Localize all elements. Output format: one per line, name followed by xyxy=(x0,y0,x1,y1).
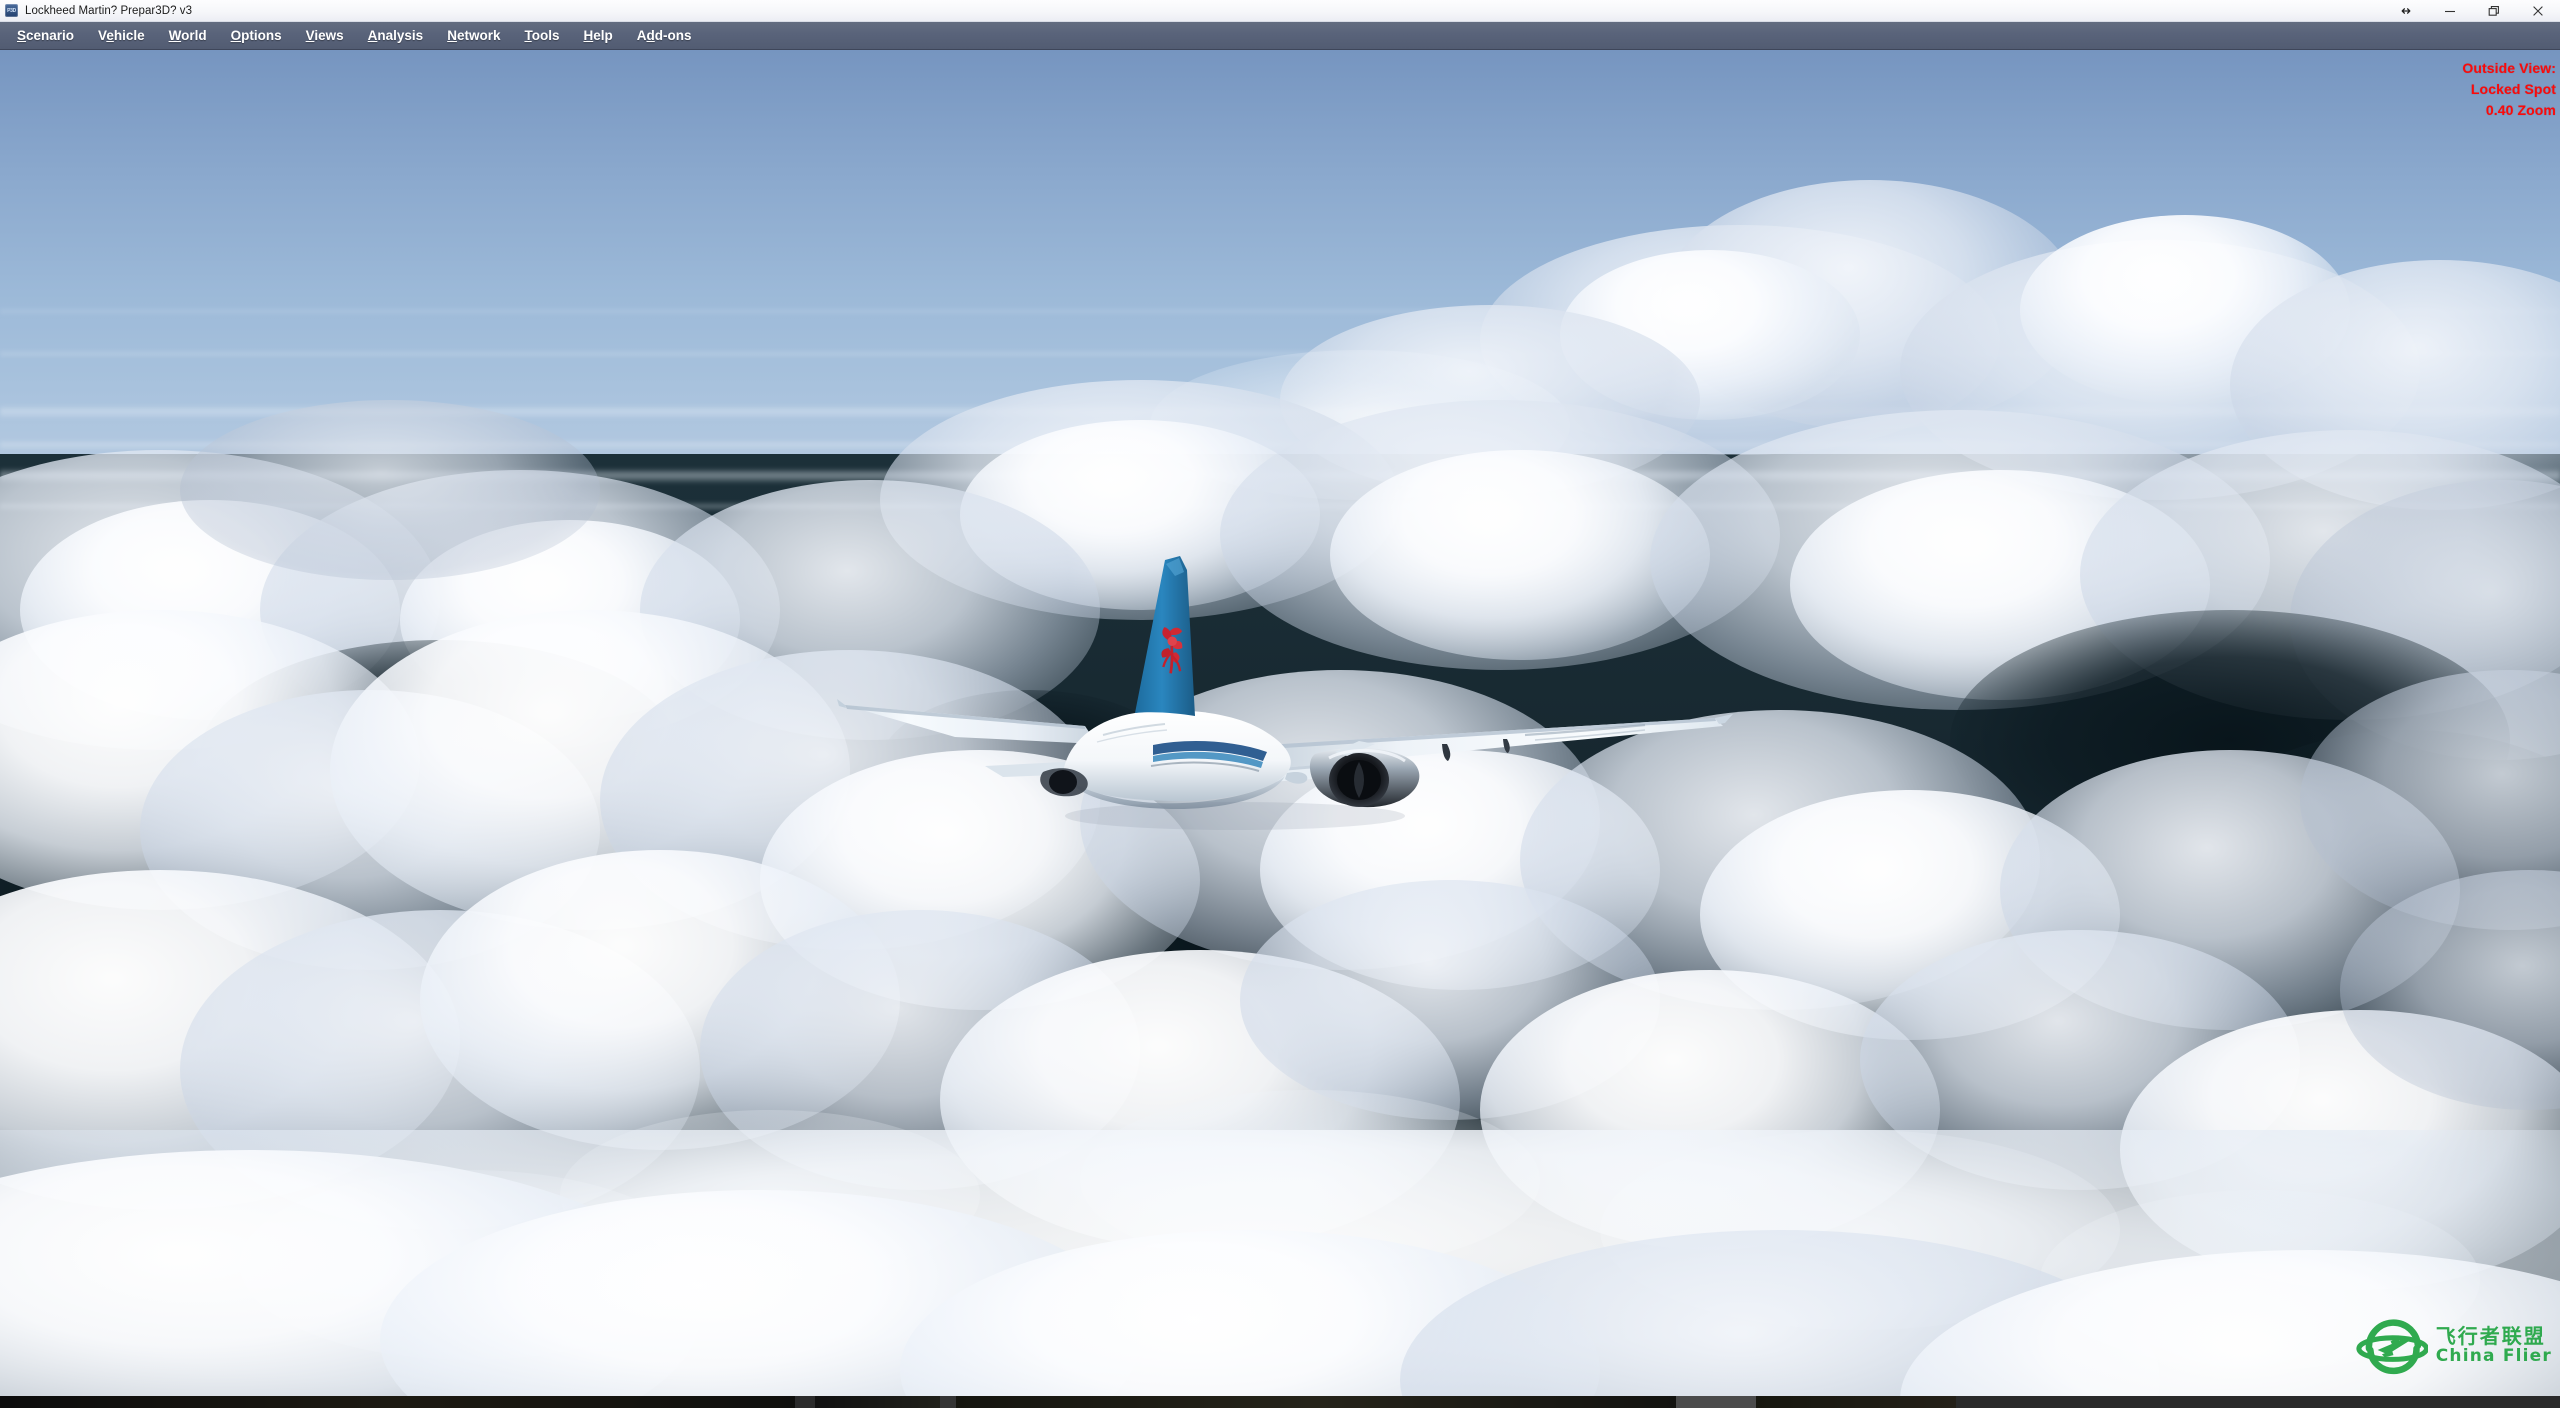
hud-view-type: Locked Spot xyxy=(2470,81,2556,97)
resize-horizontal-icon xyxy=(2399,6,2413,16)
menu-item-vehicle[interactable]: Vehicle xyxy=(87,25,156,46)
menu-item-analysis[interactable]: Analysis xyxy=(357,25,435,46)
taskbar-segment xyxy=(956,1396,1676,1408)
p3d-app-icon: P3D xyxy=(5,4,18,17)
cloud-puff xyxy=(180,400,600,580)
taskbar-segment xyxy=(1956,1396,2560,1408)
china-flier-watermark: 飞行者联盟 China Flier xyxy=(2356,1314,2552,1376)
desktop-taskbar-sliver[interactable] xyxy=(0,1396,2560,1408)
hud-view-mode: Outside View: xyxy=(2462,60,2556,76)
menu-item-views[interactable]: Views xyxy=(295,25,355,46)
taskbar-segment xyxy=(1676,1396,1756,1408)
aircraft-china-southern xyxy=(835,530,1735,860)
hud-zoom-level: 0.40 Zoom xyxy=(2485,102,2556,118)
restore-icon xyxy=(2487,5,2501,17)
close-button[interactable] xyxy=(2516,0,2560,22)
window-title: Lockheed Martin? Prepar3D? v3 xyxy=(25,4,193,17)
taskbar-segment xyxy=(940,1396,956,1408)
menu-item-addons[interactable]: Add-ons xyxy=(626,25,703,46)
menu-item-world[interactable]: World xyxy=(158,25,218,46)
taskbar-segment xyxy=(0,1396,795,1408)
menu-item-options[interactable]: Options xyxy=(220,25,293,46)
watermark-name-en: China Flier xyxy=(2435,1345,2552,1366)
resize-horizontal-button[interactable] xyxy=(2384,0,2428,22)
china-flier-logo-icon xyxy=(2356,1319,2428,1375)
close-icon xyxy=(2531,5,2545,17)
taskbar-segment xyxy=(1756,1396,1956,1408)
taskbar-segment xyxy=(795,1396,815,1408)
minimize-icon xyxy=(2443,6,2457,16)
menu-item-network[interactable]: Network xyxy=(436,25,511,46)
menu-item-tools[interactable]: Tools xyxy=(513,25,570,46)
simulation-viewport[interactable]: Outside View: Locked Spot 0.40 Zoom 飞行者联… xyxy=(0,50,2560,1398)
watermark-text: 飞行者联盟 China Flier xyxy=(2436,1326,2552,1365)
menu-item-help[interactable]: Help xyxy=(572,25,623,46)
minimize-button[interactable] xyxy=(2428,0,2472,22)
view-hud-overlay: Outside View: Locked Spot 0.40 Zoom xyxy=(2462,58,2556,121)
taskbar-segment xyxy=(815,1396,940,1408)
prepar3d-main-window: P3D Lockheed Martin? Prepar3D? v3 Scenar… xyxy=(0,0,2560,1408)
restore-button[interactable] xyxy=(2472,0,2516,22)
menu-item-scenario[interactable]: Scenario xyxy=(6,25,85,46)
aircraft-render xyxy=(837,556,1733,830)
main-menubar: Scenario Vehicle World Options Views Ana… xyxy=(0,22,2560,50)
window-titlebar[interactable]: P3D Lockheed Martin? Prepar3D? v3 xyxy=(0,0,2560,22)
watermark-name-cn: 飞行者联盟 xyxy=(2435,1323,2546,1348)
window-controls xyxy=(2384,0,2560,22)
